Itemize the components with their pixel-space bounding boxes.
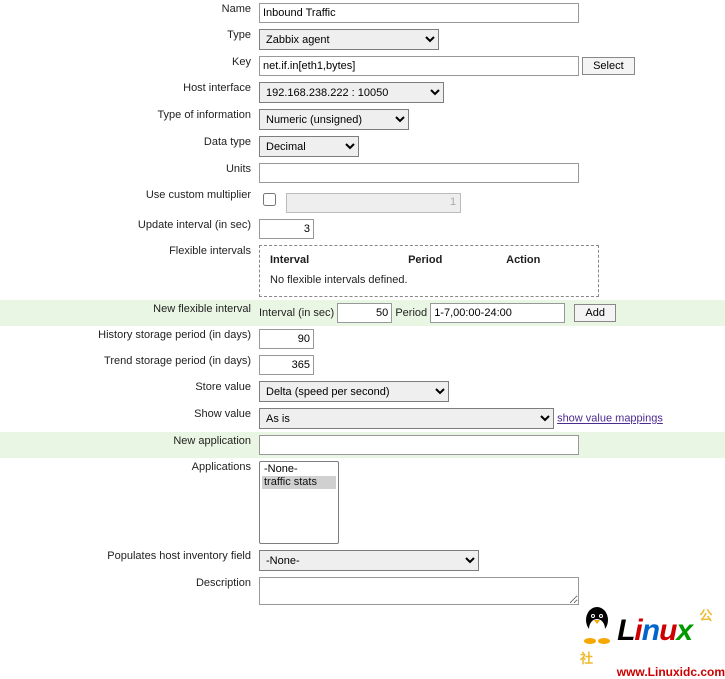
label-update-interval: Update interval (in sec) [0,216,255,242]
label-pop-host-inv: Populates host inventory field [0,547,255,574]
label-history: History storage period (in days) [0,326,255,352]
newflex-period-label: Period [395,307,427,319]
data-type-select[interactable]: Decimal [259,136,359,157]
pop-host-inv-select[interactable]: -None- [259,550,479,571]
newflex-period-input[interactable] [430,303,565,323]
history-input[interactable] [259,329,314,349]
units-input[interactable] [259,163,579,183]
flex-hdr-period: Period [408,254,503,266]
show-value-mappings-link[interactable]: show value mappings [557,413,663,425]
label-applications: Applications [0,458,255,547]
label-data-type: Data type [0,133,255,160]
watermark-logo: Linux 公社 www.Linuxidc.com [580,605,725,679]
label-host-interface: Host interface [0,79,255,106]
applications-select[interactable]: -None- traffic stats [259,461,339,544]
description-input[interactable] [259,577,579,605]
flex-hdr-interval: Interval [270,254,405,266]
label-custom-mult: Use custom multiplier [0,186,255,216]
label-new-app: New application [0,432,255,458]
host-interface-select[interactable]: 192.168.238.222 : 10050 [259,82,444,103]
type-of-info-select[interactable]: Numeric (unsigned) [259,109,409,130]
custom-mult-checkbox[interactable] [263,193,276,206]
select-key-button[interactable] [582,57,635,75]
label-trend: Trend storage period (in days) [0,352,255,378]
label-flex-intervals: Flexible intervals [0,242,255,300]
label-type: Type [0,26,255,53]
flex-none-row: No flexible intervals defined. [270,274,588,286]
trend-input[interactable] [259,355,314,375]
label-name: Name [0,0,255,26]
item-form: Name Type Zabbix agent Key Host interfac… [0,0,725,611]
key-input[interactable] [259,56,579,76]
flex-intervals-box: Interval Period Action No flexible inter… [259,245,599,297]
app-option-traffic[interactable]: traffic stats [262,476,336,489]
add-flex-button[interactable] [574,304,616,322]
show-value-select[interactable]: As is [259,408,554,429]
label-new-flex: New flexible interval [0,300,255,326]
label-key: Key [0,53,255,79]
flex-hdr-action: Action [506,254,540,266]
label-units: Units [0,160,255,186]
newflex-interval-input[interactable] [337,303,392,323]
label-description: Description [0,574,255,611]
label-type-of-info: Type of information [0,106,255,133]
label-show-value: Show value [0,405,255,432]
update-interval-input[interactable] [259,219,314,239]
custom-mult-value: 1 [286,193,461,213]
store-value-select[interactable]: Delta (speed per second) [259,381,449,402]
type-select[interactable]: Zabbix agent [259,29,439,50]
app-option-none[interactable]: -None- [262,463,336,476]
name-input[interactable] [259,3,579,23]
newflex-interval-label: Interval (in sec) [259,307,334,319]
new-app-input[interactable] [259,435,579,455]
label-store-value: Store value [0,378,255,405]
